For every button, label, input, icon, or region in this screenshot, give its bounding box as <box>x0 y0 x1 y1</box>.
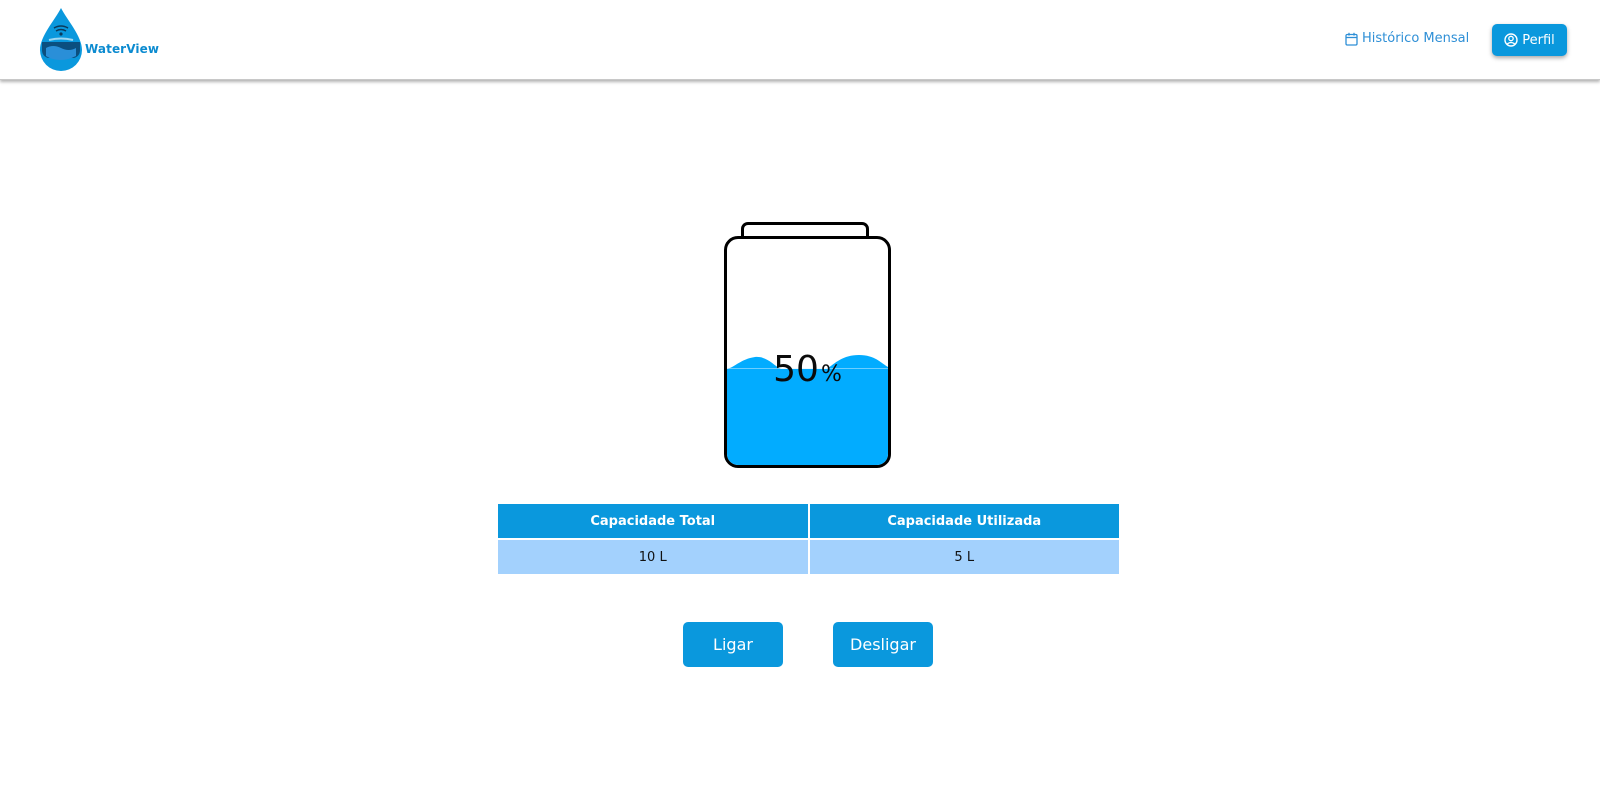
header-total-capacity: Capacidade Total <box>498 504 810 539</box>
turn-on-button[interactable]: Ligar <box>683 622 783 667</box>
profile-button[interactable]: Perfil <box>1492 24 1567 56</box>
total-capacity-value: 10 L <box>498 538 810 574</box>
calendar-icon <box>1345 32 1358 46</box>
tank-level-unit: % <box>820 362 842 387</box>
monthly-history-link[interactable]: Histórico Mensal <box>1345 31 1469 46</box>
profile-button-label: Perfil <box>1522 32 1555 48</box>
brand-link[interactable]: WaterView <box>38 6 159 72</box>
header-used-capacity: Capacidade Utilizada <box>808 504 1119 539</box>
user-circle-icon <box>1504 33 1518 47</box>
tank-level-value: 50 <box>773 349 819 390</box>
brand-name: WaterView <box>85 42 160 56</box>
monthly-history-label: Histórico Mensal <box>1362 31 1470 46</box>
navbar: WaterView Histórico Mensal Perfil <box>0 0 1600 80</box>
used-capacity-value: 5 L <box>808 538 1119 574</box>
water-drop-logo <box>40 8 82 71</box>
turn-off-button[interactable]: Desligar <box>833 622 933 667</box>
tank-lid <box>741 222 869 236</box>
water-tank: 50% <box>724 220 891 470</box>
tank-body: 50% <box>724 236 891 468</box>
capacity-table: Capacidade Total Capacidade Utilizada 10… <box>498 504 1119 574</box>
tank-level-readout: 50% <box>727 349 888 390</box>
table-row: 10 L 5 L <box>498 538 1119 574</box>
table-header-row: Capacidade Total Capacidade Utilizada <box>498 504 1119 539</box>
